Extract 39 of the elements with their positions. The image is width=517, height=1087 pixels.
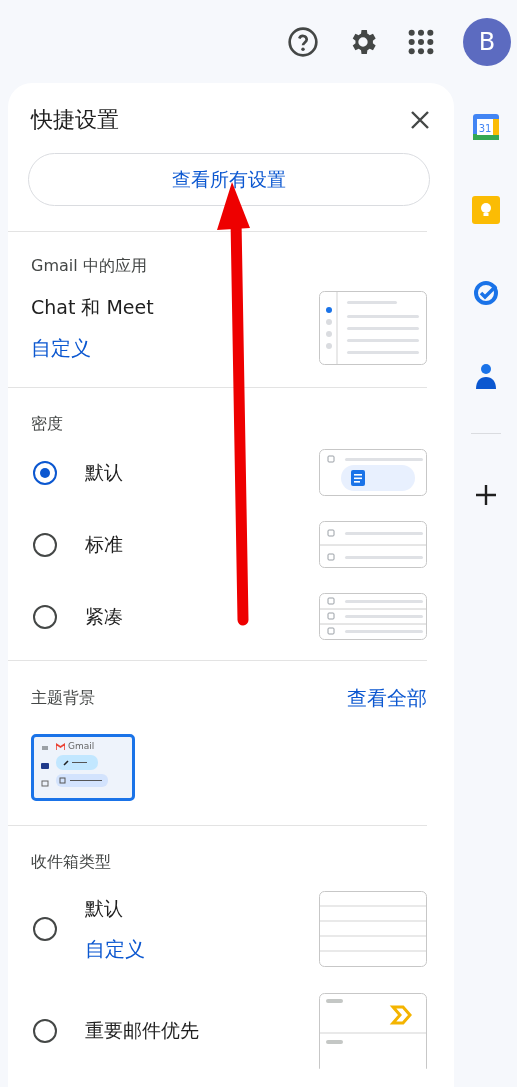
option-label: 重要邮件优先 xyxy=(85,1018,199,1043)
help-button[interactable] xyxy=(287,25,319,58)
theme-row-drawing xyxy=(56,774,108,787)
density-option[interactable]: 默认 xyxy=(31,459,123,486)
section-heading: Gmail 中的应用 xyxy=(31,256,148,277)
apps-grid-icon xyxy=(407,27,435,56)
person-icon xyxy=(473,362,498,390)
help-icon xyxy=(287,25,319,58)
customize-link[interactable]: 自定义 xyxy=(85,935,145,963)
radio-button[interactable] xyxy=(33,1019,57,1043)
option-label: 默认 xyxy=(85,895,124,921)
close-button[interactable] xyxy=(410,110,430,130)
mail-logo-icon xyxy=(56,742,65,750)
see-all-settings-button[interactable]: 查看所有设置 xyxy=(28,153,430,206)
plus-icon xyxy=(473,483,498,507)
section-heading: 收件箱类型 xyxy=(31,852,112,873)
inbox-type-option[interactable]: 默认 自定义 xyxy=(31,895,145,963)
theme-compose-drawing xyxy=(56,755,98,770)
panel-title: 快捷设置 xyxy=(31,106,119,134)
close-icon xyxy=(410,110,430,130)
view-all-link[interactable]: 查看全部 xyxy=(347,685,427,712)
customize-link[interactable]: 自定义 xyxy=(31,334,154,362)
density-option[interactable]: 标准 xyxy=(31,531,123,558)
theme-thumbnail[interactable]: Gmail xyxy=(31,734,135,801)
lightbulb-icon xyxy=(471,196,500,224)
section-heading: 密度 xyxy=(31,414,64,435)
account-avatar[interactable]: B xyxy=(463,17,511,66)
density-option[interactable]: 紧凑 xyxy=(31,603,123,630)
radio-button[interactable] xyxy=(33,460,57,485)
radio-button[interactable] xyxy=(33,917,57,941)
app-name: Chat 和 Meet xyxy=(31,294,154,320)
calendar-button[interactable]: 31 xyxy=(469,111,502,143)
check-circle-icon xyxy=(471,279,500,307)
radio-button[interactable] xyxy=(33,532,57,557)
app-label: Gmail xyxy=(68,741,95,751)
section-heading: 主题背景 xyxy=(31,688,95,709)
inbox-type-option[interactable]: 重要邮件优先 xyxy=(31,1018,199,1044)
apps-button[interactable] xyxy=(407,27,435,56)
radio-button[interactable] xyxy=(33,604,57,629)
